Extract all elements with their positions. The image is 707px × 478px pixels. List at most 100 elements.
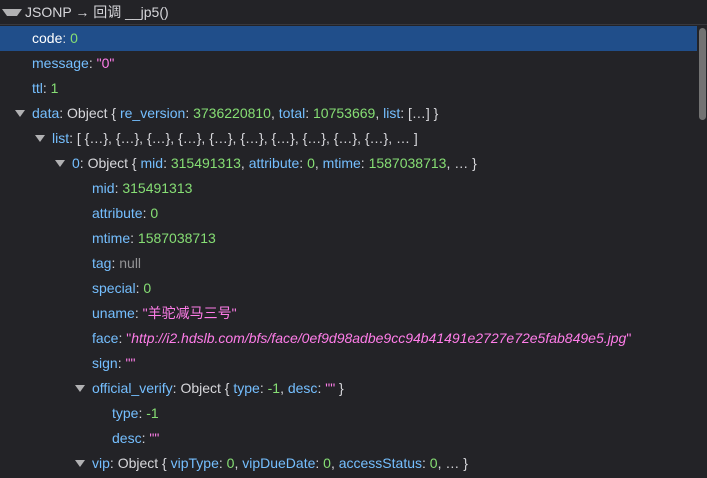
scrollbar-thumb[interactable] [699,28,706,120]
value-part: , [240,155,249,171]
value-part: Object { [117,455,171,471]
tree-row-list[interactable]: list: [ {…}, {…}, {…}, {…}, {…}, {…}, {…… [0,126,697,151]
tree-row-ttl[interactable]: ttl: 1 [0,76,697,101]
tree-row-sign[interactable]: sign: "" [0,351,697,376]
tree-row-desc[interactable]: desc: "" [0,426,697,451]
tree-row-tag[interactable]: tag: null [0,251,697,276]
value-part: re_version [119,105,186,121]
tree-row-code[interactable]: code: 0 [0,26,697,51]
value-part: "羊驼减马三号" [142,305,237,321]
value-part: , [375,105,384,121]
property-key: desc [112,430,142,446]
value-part: : [185,105,194,121]
value-part: mtime [322,155,361,171]
value-part: } [335,380,344,396]
value-part: Object { [180,380,234,396]
tree-row-content: official_verify: Object { type: -1, desc… [92,376,344,401]
tree-row-content: message: "0" [32,51,114,76]
value-part: Object { [87,155,141,171]
value-part: : [305,105,314,121]
property-key: mid [92,180,115,196]
property-key: vip [92,455,110,471]
json-tree: code: 0 message: "0" ttl: 1 data: Object { … [0,26,697,476]
property-key: special [92,280,136,296]
expand-arrow-icon[interactable] [75,460,85,467]
value-part: 0 [307,155,315,171]
tree-row-content: type: -1 [112,401,159,426]
tree-row-mid[interactable]: mid: 315491313 [0,176,697,201]
tree-row-content: uname: "羊驼减马三号" [92,301,237,326]
value-part: : [259,380,268,396]
tree-row-type[interactable]: type: -1 [0,401,697,426]
value-part: http://i2.hdslb.com/bfs/face/0ef9d98adbe… [131,330,627,346]
jsonp-header[interactable]: JSONP → 回调 __jp5() [0,0,707,25]
value-part: mid [140,155,164,171]
tree-row-mtime[interactable]: mtime: 1587038713 [0,226,697,251]
value-part: 315491313 [122,180,193,196]
tree-row-data[interactable]: data: Object { re_version: 3736220810, t… [0,101,697,126]
property-key: tag [92,255,112,271]
property-key: attribute [92,205,143,221]
collapse-arrow-icon[interactable] [2,8,22,16]
tree-row-content: tag: null [92,251,141,276]
value-part: 1 [50,80,59,96]
value-part: : [163,155,171,171]
value-part: , [314,155,323,171]
tree-row-content: ttl: 1 [32,76,58,101]
value-part: : [360,155,369,171]
value-part: 10753669 [313,105,376,121]
value-part: " [626,330,632,346]
value-part: 0 [429,455,438,471]
value-part: : [218,455,227,471]
value-part: null [119,255,142,271]
expand-arrow-icon[interactable] [35,135,45,142]
value-part: "" [149,430,160,446]
value-part: attribute [248,155,300,171]
tree-row-content: mtime: 1587038713 [92,226,216,251]
value-part: list [383,105,401,121]
key-separator: : [42,80,51,96]
value-part: 315491313 [170,155,241,171]
tree-row-uname[interactable]: uname: "羊驼减马三号" [0,301,697,326]
tree-row-content: data: Object { re_version: 3736220810, t… [32,101,438,126]
property-key: code [32,30,63,46]
property-key: data [32,105,60,121]
value-part: "" [325,380,336,396]
key-separator: : [134,305,143,321]
value-part: -1 [146,405,159,421]
value-part: , … } [437,455,468,471]
key-separator: : [69,130,77,146]
key-separator: : [79,155,88,171]
value-part: , [270,105,279,121]
tree-row-content: sign: "" [92,351,135,376]
value-part: 1587038713 [368,155,447,171]
value-part: "0" [96,55,115,71]
tree-row-official-verify[interactable]: official_verify: Object { type: -1, desc… [0,376,697,401]
value-part: desc [287,380,318,396]
tree-row-0[interactable]: 0: Object { mid: 315491313, attribute: 0… [0,151,697,176]
value-part: : […] } [400,105,439,121]
value-part: 0 [323,455,331,471]
value-part: vipDueDate [242,455,316,471]
tree-row-vip[interactable]: vip: Object { vipType: 0, vipDueDate: 0,… [0,451,697,476]
value-part: -1 [267,380,281,396]
expand-arrow-icon[interactable] [15,110,25,117]
value-part: total [278,105,306,121]
tree-row-special[interactable]: special: 0 [0,276,697,301]
property-key: face [92,330,119,346]
vertical-scrollbar[interactable] [697,26,707,478]
tree-row-message[interactable]: message: "0" [0,51,697,76]
tree-row-content: code: 0 [32,26,78,51]
value-part: accessStatus [338,455,422,471]
tree-row-face[interactable]: face: "http://i2.hdslb.com/bfs/face/0ef9… [0,326,697,351]
property-key: ttl [32,80,43,96]
tree-row-content: attribute: 0 [92,201,158,226]
tree-row-attribute[interactable]: attribute: 0 [0,201,697,226]
expand-arrow-icon[interactable] [75,385,85,392]
value-part: vipType [170,455,219,471]
value-part: 0 [150,205,159,221]
property-key: official_verify [92,380,173,396]
tree-row-content: face: "http://i2.hdslb.com/bfs/face/0ef9… [92,326,631,351]
value-part: , [280,380,288,396]
expand-arrow-icon[interactable] [55,160,65,167]
